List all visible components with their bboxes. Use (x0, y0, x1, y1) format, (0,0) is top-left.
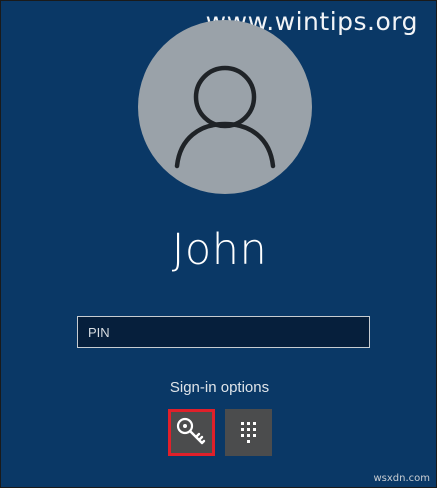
lock-screen: www.wintips.org John Sign-in options wsx… (0, 0, 437, 488)
pin-sign-in-option-button[interactable] (225, 409, 272, 456)
corner-watermark: wsxdn.com (373, 473, 430, 484)
user-name: John (171, 225, 268, 275)
person-icon (174, 65, 276, 169)
sign-in-options-link[interactable]: Sign-in options (1, 379, 437, 396)
pin-input[interactable] (78, 317, 369, 347)
password-sign-in-option-button[interactable] (168, 409, 215, 456)
user-avatar (138, 20, 312, 194)
key-icon (176, 417, 206, 445)
pin-field[interactable] (77, 316, 370, 348)
keypad-icon (241, 422, 256, 443)
